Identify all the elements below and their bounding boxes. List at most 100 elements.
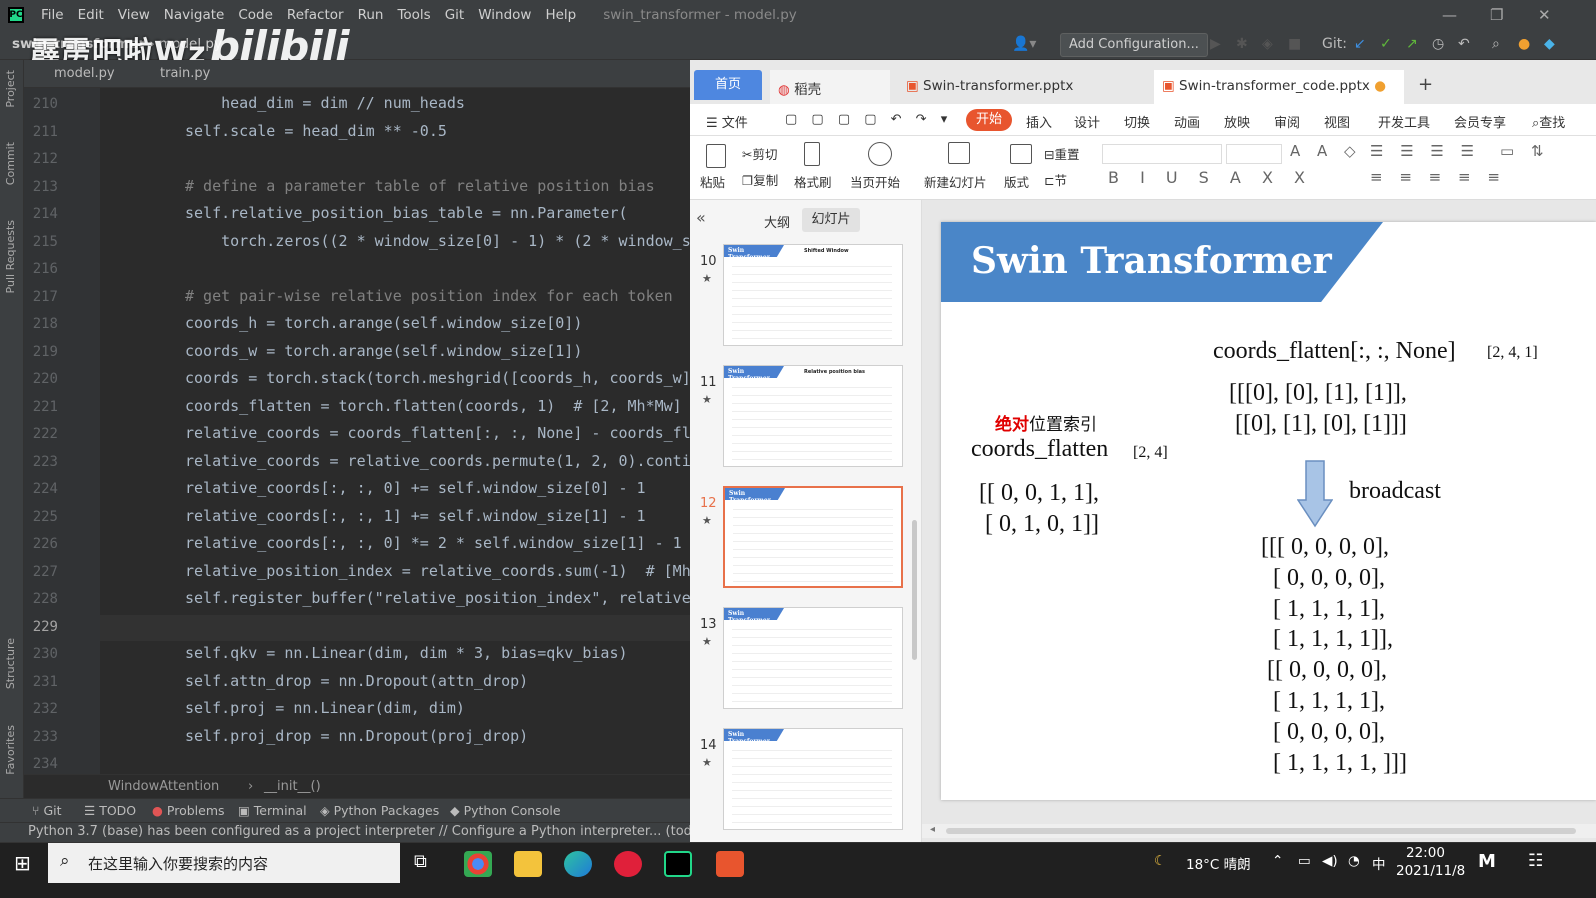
tab-model-py[interactable]: model.py <box>54 66 115 81</box>
tab-swin-pptx[interactable]: ▣ Swin-transformer.pptx <box>898 70 1148 104</box>
add-configuration-button[interactable]: Add Configuration... <box>1060 33 1208 57</box>
clock-date[interactable]: 2021/11/8 <box>1396 863 1465 879</box>
reset-button[interactable]: ⊟重置 <box>1044 144 1080 163</box>
slide-thumbnail[interactable]: Swin Transformer <box>723 728 903 830</box>
menu-find[interactable]: ⌕查找 <box>1532 112 1565 131</box>
git-commit-icon[interactable]: ✓ <box>1380 36 1392 52</box>
font-size-icons[interactable]: A A ◇ <box>1290 142 1362 160</box>
network-icon[interactable]: ◔ <box>1348 853 1360 869</box>
horizontal-scrollbar[interactable]: ◂ <box>922 824 1596 838</box>
menu-run[interactable]: Run <box>351 7 391 23</box>
menu-file[interactable]: File <box>34 7 71 23</box>
git-push-icon[interactable]: ↗ <box>1406 36 1418 52</box>
new-slide-icon[interactable] <box>948 142 970 164</box>
format-painter-icon[interactable] <box>804 142 820 166</box>
taskbar-search-box[interactable]: ⌕ 在这里输入你要搜索的内容 <box>48 843 400 883</box>
volume-icon[interactable]: ◀) <box>1322 853 1338 869</box>
edge-icon[interactable] <box>564 851 592 877</box>
task-view-icon[interactable]: ⧉ <box>414 851 427 872</box>
coverage-icon[interactable]: ◈ <box>1262 36 1273 52</box>
menu-developer[interactable]: 开发工具 <box>1378 112 1430 131</box>
windows-start-icon[interactable]: ⊞ <box>14 851 31 875</box>
weather-text[interactable]: 18°C 晴朗 <box>1186 853 1251 873</box>
menu-animation[interactable]: 动画 <box>1174 112 1200 131</box>
menu-window[interactable]: Window <box>471 7 538 23</box>
menu-view[interactable]: View <box>111 7 157 23</box>
file-explorer-icon[interactable] <box>514 851 542 877</box>
font-family-select[interactable] <box>1102 144 1222 164</box>
code-line[interactable]: self.proj_drop = nn.Dropout(proj_drop) <box>185 727 528 745</box>
ime-logo-icon[interactable]: M <box>1478 851 1496 872</box>
code-line[interactable]: relative_position_index = relative_coord… <box>185 562 690 580</box>
new-tab-icon[interactable]: + <box>1418 74 1433 95</box>
paste-icon[interactable] <box>706 144 726 168</box>
code-line[interactable]: coords = torch.stack(torch.meshgrid([coo… <box>185 369 690 387</box>
slide-thumbnail[interactable]: Swin Transformer <box>723 607 903 709</box>
menu-review[interactable]: 审阅 <box>1274 112 1300 131</box>
tool-problems[interactable]: ● Problems <box>152 803 225 818</box>
rollback-icon[interactable]: ↶ <box>1458 36 1470 52</box>
menu-insert[interactable]: 插入 <box>1026 112 1052 131</box>
slide-thumbnail[interactable]: Swin Transformer Shifted Window <box>723 244 903 346</box>
slide-thumbnail[interactable]: Swin Transformer <box>723 486 903 588</box>
layout-button[interactable]: 版式 <box>1004 172 1029 191</box>
menu-file-cn[interactable]: ☰ 文件 <box>706 112 748 131</box>
scroll-thumb[interactable] <box>946 828 1576 834</box>
menu-tools[interactable]: Tools <box>390 7 437 23</box>
code-line[interactable]: relative_coords[:, :, 0] += self.window_… <box>185 479 646 497</box>
tool-python-packages[interactable]: ◈ Python Packages <box>320 803 439 818</box>
menu-transition[interactable]: 切换 <box>1124 112 1150 131</box>
code-line[interactable]: self.proj = nn.Linear(dim, dim) <box>185 699 465 717</box>
code-line[interactable]: self.attn_drop = nn.Dropout(attn_drop) <box>185 672 528 690</box>
notification-icon[interactable]: ☷ <box>1528 851 1543 871</box>
format-painter-button[interactable]: 格式刷 <box>794 172 832 191</box>
minimize-icon[interactable]: — <box>1442 6 1457 24</box>
breadcrumb-class[interactable]: WindowAttention <box>108 779 219 794</box>
chrome-icon[interactable] <box>464 851 492 877</box>
battery-icon[interactable]: ▭ <box>1298 853 1311 869</box>
code-line[interactable]: torch.zeros((2 * window_size[0] - 1) * (… <box>185 232 690 250</box>
menu-edit[interactable]: Edit <box>71 7 111 23</box>
from-current-button[interactable]: 当页开始 <box>850 172 900 191</box>
tab-outline[interactable]: 大纲 <box>764 212 790 231</box>
current-slide[interactable]: Swin Transformer 绝对位置索引 coords_flatten [… <box>941 222 1596 800</box>
code-line[interactable]: self.register_buffer("relative_position_… <box>185 589 690 607</box>
code-line[interactable]: # define a parameter table of relative p… <box>185 177 655 195</box>
user-icon[interactable]: 👤▾ <box>1012 36 1036 52</box>
code-line[interactable]: self.qkv = nn.Linear(dim, dim * 3, bias=… <box>185 644 628 662</box>
menu-slideshow[interactable]: 放映 <box>1224 112 1250 131</box>
code-line[interactable]: coords_flatten = torch.flatten(coords, 1… <box>185 397 682 415</box>
tab-train-py[interactable]: train.py <box>160 66 210 81</box>
wps-taskbar-icon[interactable] <box>716 851 744 877</box>
scroll-left-icon[interactable]: ◂ <box>930 824 935 835</box>
quick-access-icons[interactable]: ▢ ▢ ▢ ▢ ↶ ↷ ▾ <box>785 112 952 127</box>
code-line[interactable]: self.scale = head_dim ** -0.5 <box>185 122 447 140</box>
paragraph-icons[interactable]: ▭ ⇅ <box>1500 142 1550 160</box>
font-size-select[interactable] <box>1226 144 1282 164</box>
layout-icon[interactable] <box>1010 144 1032 164</box>
tab-slides[interactable]: 幻灯片 <box>802 208 860 232</box>
tool-git[interactable]: ⑂ Git <box>32 803 62 818</box>
stop-icon[interactable]: ■ <box>1288 36 1301 52</box>
code-line[interactable]: relative_coords[:, :, 1] += self.window_… <box>185 507 646 525</box>
slide-thumbnail[interactable]: Swin Transformer Relative position bias <box>723 365 903 467</box>
history-icon[interactable]: ◷ <box>1432 36 1444 52</box>
collapse-panel-icon[interactable]: « <box>696 208 706 227</box>
code-line[interactable]: coords_w = torch.arange(self.window_size… <box>185 342 582 360</box>
update-icon[interactable]: ● <box>1518 36 1530 52</box>
tool-todo[interactable]: ☰ TODO <box>84 803 136 818</box>
code-line[interactable]: coords_h = torch.arange(self.window_size… <box>185 314 582 332</box>
menu-help[interactable]: Help <box>538 7 583 23</box>
git-update-icon[interactable]: ↙ <box>1354 36 1366 52</box>
plugin-icon[interactable]: ◆ <box>1544 36 1555 52</box>
code-line[interactable]: # get pair-wise relative position index … <box>185 287 673 305</box>
clock-time[interactable]: 22:00 <box>1406 845 1445 861</box>
code-line[interactable]: relative_coords = coords_flatten[:, :, N… <box>185 424 690 442</box>
run-icon[interactable]: ▶ <box>1210 36 1221 52</box>
status-message[interactable]: Python 3.7 (base) has been configured as… <box>28 824 690 839</box>
section-button[interactable]: ⊏节 <box>1044 170 1067 189</box>
maximize-icon[interactable]: ❐ <box>1490 6 1503 24</box>
list-icons[interactable]: ☰ ☰ ☰ ☰ <box>1370 142 1480 160</box>
menu-navigate[interactable]: Navigate <box>157 7 232 23</box>
paste-button[interactable]: 粘贴 <box>700 172 725 191</box>
